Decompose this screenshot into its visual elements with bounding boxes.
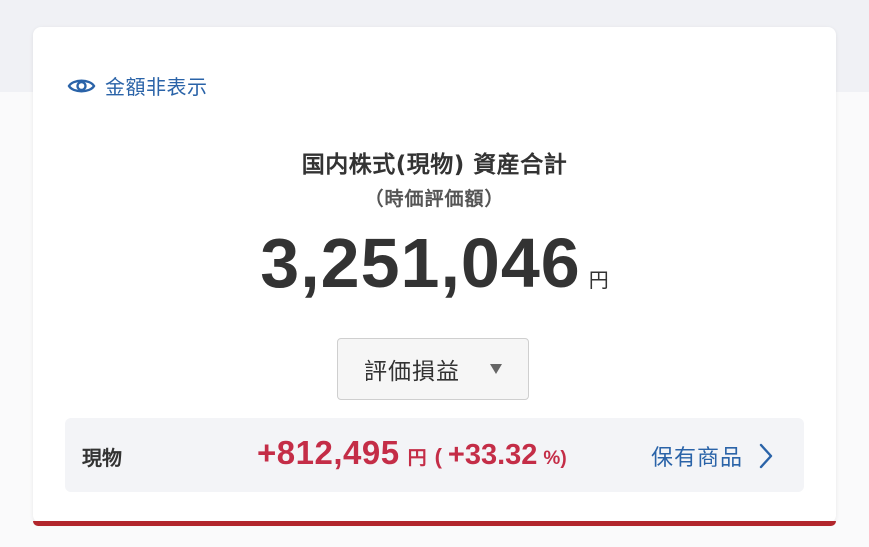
- hide-amount-toggle[interactable]: 金額非表示: [67, 71, 208, 100]
- metric-select[interactable]: 評価損益: [337, 338, 529, 400]
- holdings-link[interactable]: 保有商品: [651, 440, 773, 472]
- asset-total-subtitle: （時価評価額）: [364, 188, 505, 210]
- gain-percent-unit: %): [543, 448, 567, 469]
- asset-total: 3,251,046 円: [33, 223, 836, 303]
- gain-amount: +812,495: [257, 434, 400, 471]
- asset-total-amount: 3,251,046: [260, 224, 581, 302]
- gain-unit: 円: [407, 447, 427, 469]
- chevron-right-icon: [743, 443, 773, 469]
- gain-paren-open: (: [434, 444, 442, 469]
- row-label: 現物: [82, 446, 122, 470]
- card-accent-border: [33, 521, 836, 526]
- eye-icon: [67, 76, 96, 96]
- asset-total-unit: 円: [588, 268, 609, 292]
- metric-select-value: 評価損益: [364, 359, 460, 385]
- gain-percent: +33.32: [447, 439, 538, 471]
- holdings-link-label: 保有商品: [651, 446, 744, 471]
- portfolio-summary-card: 金額非表示 国内株式(現物) 資産合計 （時価評価額） 3,251,046 円 …: [33, 27, 836, 523]
- hide-amount-label: 金額非表示: [105, 75, 208, 99]
- caret-down-icon: [489, 361, 503, 375]
- cash-holdings-row[interactable]: 現物 +812,495 円 ( +33.32 %) 保有商品: [65, 418, 804, 492]
- unrealized-gain: +812,495 円 ( +33.32 %): [257, 434, 567, 472]
- asset-total-title: 国内株式(現物) 資産合計: [301, 152, 568, 178]
